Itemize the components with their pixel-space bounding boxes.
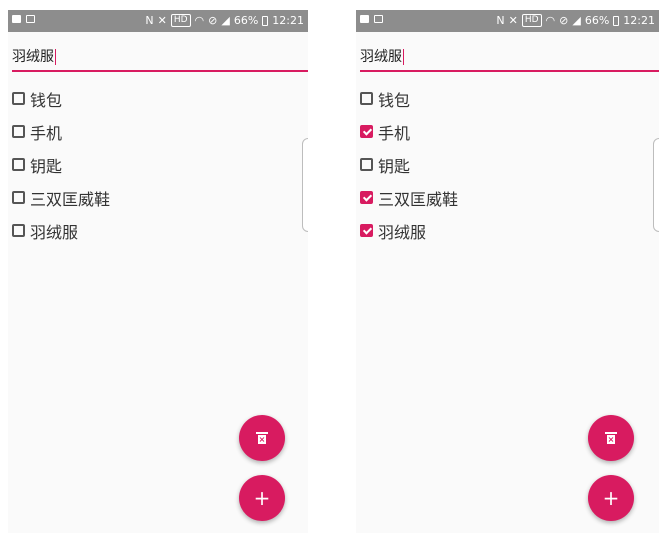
image-icon [360, 15, 369, 23]
nfc-icon: N [145, 14, 154, 27]
checkbox[interactable] [12, 158, 25, 171]
checkbox[interactable] [360, 92, 373, 105]
item-label: 三双匡威鞋 [30, 189, 111, 209]
list-item[interactable]: 钥匙 [12, 148, 110, 181]
left-screen: N ✕ HD ◠ ⊘ ◢ 66% 12:21 羽绒服 钱包 手机 钥匙 三双匡威… [8, 10, 308, 533]
list-item[interactable]: 三双匡威鞋 [360, 181, 458, 214]
mute-icon: ✕ [508, 14, 518, 27]
checkbox[interactable] [360, 158, 373, 171]
add-icon: + [602, 486, 620, 510]
checkbox[interactable] [360, 125, 373, 138]
item-input[interactable]: 羽绒服 [12, 44, 308, 72]
edge-panel-handle[interactable] [653, 138, 659, 232]
delete-icon: × [256, 432, 268, 444]
mute-icon: ✕ [157, 14, 167, 27]
item-label: 钥匙 [30, 156, 63, 176]
battery-percent: 66% [584, 14, 610, 27]
list-item[interactable]: 钱包 [360, 82, 458, 115]
checklist: 钱包 手机 钥匙 三双匡威鞋 羽绒服 [360, 82, 458, 247]
item-label: 手机 [30, 123, 63, 143]
list-item[interactable]: 手机 [360, 115, 458, 148]
right-screen: N ✕ HD ◠ ⊘ ◢ 66% 12:21 羽绒服 钱包 手机 钥匙 三双匡威… [356, 10, 659, 533]
add-item-button[interactable]: + [588, 475, 634, 521]
checkbox[interactable] [12, 125, 25, 138]
cast-icon [26, 15, 35, 23]
battery-icon [613, 15, 620, 26]
status-bar: N ✕ HD ◠ ⊘ ◢ 66% 12:21 [8, 10, 308, 32]
item-label: 三双匡威鞋 [378, 189, 459, 209]
edge-panel-handle[interactable] [302, 138, 308, 232]
list-item[interactable]: 钱包 [12, 82, 110, 115]
cast-icon [374, 15, 383, 23]
item-label: 羽绒服 [30, 222, 79, 242]
item-label: 钥匙 [378, 156, 411, 176]
list-item[interactable]: 手机 [12, 115, 110, 148]
status-bar: N ✕ HD ◠ ⊘ ◢ 66% 12:21 [356, 10, 659, 32]
item-label: 手机 [378, 123, 411, 143]
wifi-icon: ◠ [545, 14, 556, 27]
list-item[interactable]: 羽绒服 [12, 214, 110, 247]
add-item-button[interactable]: + [239, 475, 285, 521]
wifi-icon: ◠ [194, 14, 205, 27]
clock: 12:21 [623, 14, 655, 27]
item-label: 钱包 [378, 90, 411, 110]
list-item[interactable]: 三双匡威鞋 [12, 181, 110, 214]
item-input-value: 羽绒服 [360, 49, 404, 65]
add-icon: + [253, 486, 271, 510]
list-item[interactable]: 钥匙 [360, 148, 458, 181]
signal-icon: ◢ [221, 14, 230, 27]
item-label: 钱包 [30, 90, 63, 110]
item-input[interactable]: 羽绒服 [360, 44, 659, 72]
hd-badge: HD [170, 14, 191, 27]
delete-icon: × [605, 432, 617, 444]
clock: 12:21 [272, 14, 304, 27]
checkbox[interactable] [12, 191, 25, 204]
do-not-disturb-icon: ⊘ [208, 14, 218, 27]
battery-percent: 66% [233, 14, 259, 27]
checkbox[interactable] [360, 191, 373, 204]
checklist: 钱包 手机 钥匙 三双匡威鞋 羽绒服 [12, 82, 110, 247]
delete-checked-button[interactable]: × [588, 415, 634, 461]
list-item[interactable]: 羽绒服 [360, 214, 458, 247]
image-icon [12, 15, 21, 23]
checkbox[interactable] [360, 224, 373, 237]
checkbox[interactable] [12, 92, 25, 105]
checkbox[interactable] [12, 224, 25, 237]
delete-checked-button[interactable]: × [239, 415, 285, 461]
item-label: 羽绒服 [378, 222, 427, 242]
battery-icon [262, 15, 269, 26]
item-input-value: 羽绒服 [12, 49, 56, 65]
signal-icon: ◢ [572, 14, 581, 27]
nfc-icon: N [496, 14, 505, 27]
hd-badge: HD [521, 14, 542, 27]
do-not-disturb-icon: ⊘ [559, 14, 569, 27]
